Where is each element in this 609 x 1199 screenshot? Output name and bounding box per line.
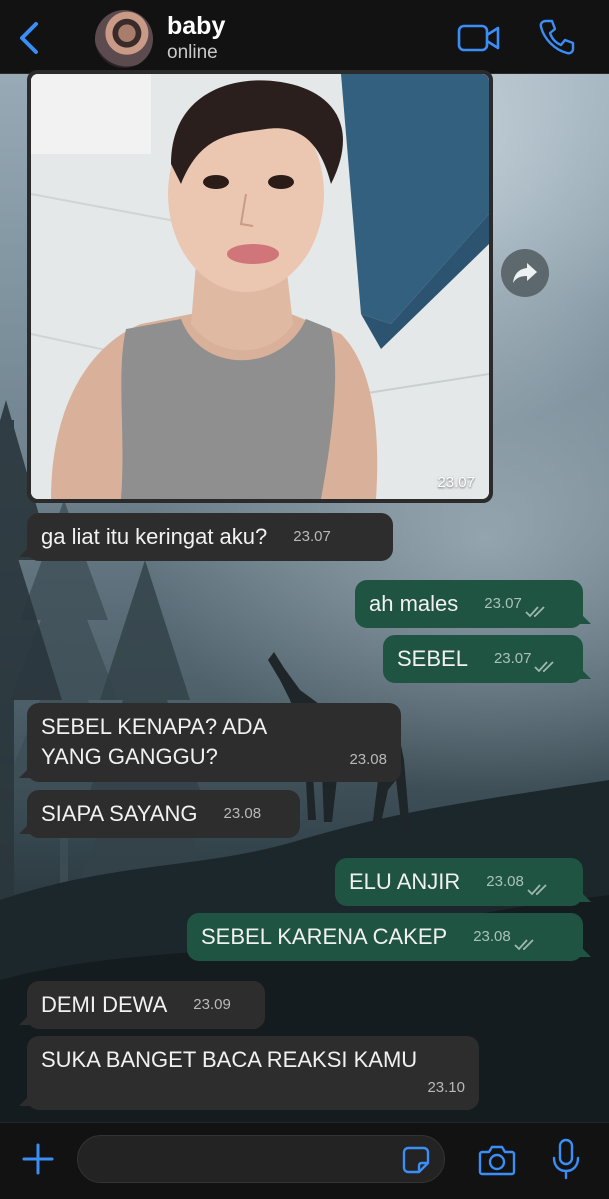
bubble-tail <box>19 820 33 834</box>
camera-icon[interactable] <box>478 1143 516 1177</box>
message-text: SEBEL <box>397 646 468 671</box>
bubble-tail <box>19 1011 33 1025</box>
message-time: 23.08 <box>223 805 262 822</box>
back-chevron-icon[interactable] <box>14 20 44 56</box>
message-time: 23.07 <box>484 595 522 612</box>
message-time: 23.08 <box>473 928 511 945</box>
read-ticks-icon <box>527 884 547 896</box>
message-time: 23.08 <box>486 873 524 890</box>
bubble-tail <box>19 543 33 557</box>
bubble-tail <box>577 665 591 679</box>
message-outgoing[interactable]: ELU ANJIR 23.08 <box>335 858 591 906</box>
message-text: SEBEL KARENA CAKEP <box>201 924 448 949</box>
message-text: SIAPA SAYANG <box>41 801 198 826</box>
video-call-icon[interactable] <box>457 22 501 54</box>
message-outgoing[interactable]: SEBEL 23.07 <box>383 635 591 683</box>
read-ticks-icon <box>514 939 534 951</box>
message-outgoing[interactable]: SEBEL KARENA CAKEP 23.08 <box>187 913 591 961</box>
contact-name[interactable]: baby <box>167 12 225 41</box>
bubble-tail <box>577 610 591 624</box>
message-text: DEMI DEWA <box>41 992 168 1017</box>
message-incoming[interactable]: SUKA BANGET BACA REAKSI KAMU 23.10 <box>19 1036 479 1110</box>
forward-icon[interactable] <box>501 249 549 297</box>
bubble-tail <box>19 1092 33 1106</box>
message-incoming[interactable]: DEMI DEWA 23.09 <box>19 981 265 1029</box>
message-time: 23.07 <box>293 528 331 545</box>
message-incoming[interactable]: ga liat itu keringat aku? 23.07 <box>19 513 393 561</box>
message-incoming[interactable]: SIAPA SAYANG 23.08 <box>19 790 300 838</box>
contact-status: online <box>167 42 218 63</box>
plus-icon[interactable] <box>22 1143 54 1175</box>
selfie-image <box>31 74 489 499</box>
message-time: 23.08 <box>349 751 387 768</box>
message-time: 23.09 <box>193 996 231 1013</box>
microphone-icon[interactable] <box>551 1138 581 1180</box>
message-incoming[interactable]: SEBEL KENAPA? ADA YANG GANGGU? 23.08 <box>19 703 401 782</box>
bubble-tail <box>19 764 33 778</box>
read-ticks-icon <box>534 661 555 673</box>
contact-avatar[interactable] <box>95 10 153 68</box>
bubble-tail <box>577 943 591 957</box>
photo-message[interactable]: 23.07 <box>27 70 493 503</box>
message-text: SEBEL KENAPA? ADA YANG GANGGU? <box>41 714 267 769</box>
message-time: 23.10 <box>427 1079 465 1096</box>
message-text: SUKA BANGET BACA REAKSI KAMU <box>41 1047 418 1072</box>
sticker-icon[interactable] <box>402 1146 430 1174</box>
photo-timestamp: 23.07 <box>437 474 475 491</box>
message-input[interactable] <box>77 1135 445 1183</box>
message-time: 23.07 <box>493 650 532 667</box>
composer-bar <box>0 1122 609 1199</box>
selfie-photo[interactable]: 23.07 <box>31 74 489 499</box>
chat-header: baby online <box>0 0 609 74</box>
message-text: ah males <box>369 591 459 616</box>
read-ticks-icon <box>525 606 545 618</box>
message-text: ga liat itu keringat aku? <box>41 524 268 549</box>
bubble-tail <box>577 888 591 902</box>
message-text: ELU ANJIR <box>349 869 461 894</box>
phone-icon[interactable] <box>538 18 576 56</box>
message-outgoing[interactable]: ah males 23.07 <box>355 580 591 628</box>
